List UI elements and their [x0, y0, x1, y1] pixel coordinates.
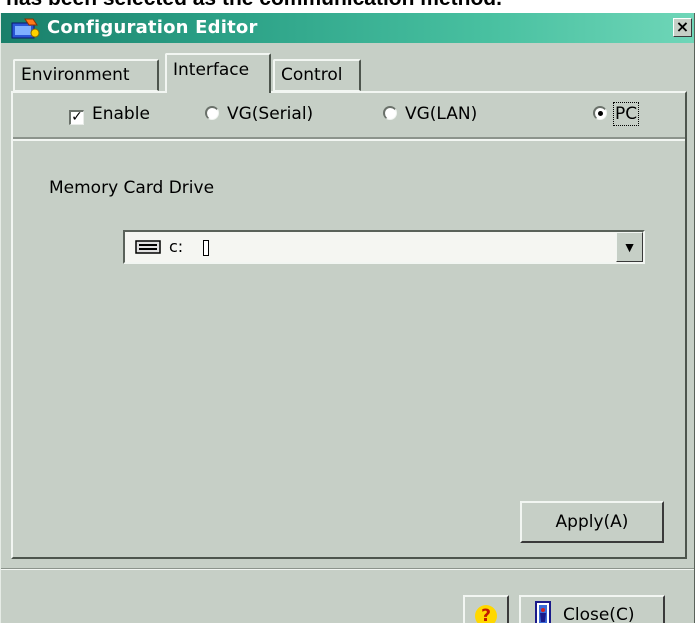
- radio-pc[interactable]: PC: [593, 102, 640, 126]
- tab-interface[interactable]: Interface: [165, 53, 271, 93]
- exit-door-icon: [535, 601, 551, 623]
- radio-vg-lan[interactable]: VG(LAN): [383, 104, 477, 124]
- communication-options: ✓ Enable VG(Serial) VG(LAN) PC: [13, 93, 685, 141]
- vg-serial-radio-icon[interactable]: [205, 106, 219, 120]
- vg-serial-label: VG(Serial): [227, 104, 314, 124]
- enable-checkbox[interactable]: ✓: [69, 110, 84, 125]
- close-icon[interactable]: ×: [673, 18, 692, 37]
- drive-icon: [135, 240, 161, 254]
- vg-lan-radio-icon[interactable]: [383, 106, 397, 120]
- window-title: Configuration Editor: [47, 17, 258, 38]
- memory-card-drive-label: Memory Card Drive: [49, 178, 215, 198]
- text-cursor: [203, 240, 209, 256]
- page-caption: has been selected as the communication m…: [0, 0, 695, 13]
- enable-label: Enable: [92, 104, 150, 124]
- pc-label: PC: [612, 102, 640, 126]
- pc-radio-icon[interactable]: [593, 106, 607, 120]
- app-icon: [11, 18, 40, 39]
- tab-environment[interactable]: Environment: [13, 59, 159, 91]
- enable-option[interactable]: ✓ Enable: [69, 104, 150, 125]
- radio-vg-serial[interactable]: VG(Serial): [205, 104, 313, 124]
- help-icon: ?: [475, 605, 497, 623]
- configuration-editor-window: Configuration Editor × Environment Inter…: [0, 13, 695, 623]
- chevron-down-icon[interactable]: ▼: [616, 232, 643, 262]
- footer-divider: [1, 568, 694, 570]
- help-button[interactable]: ?: [463, 595, 509, 623]
- interface-tab-panel: ✓ Enable VG(Serial) VG(LAN) PC Memory Car…: [11, 91, 687, 559]
- tab-control[interactable]: Control: [273, 59, 361, 91]
- drive-value: c:: [169, 237, 184, 256]
- memory-card-drive-select[interactable]: c: ▼: [123, 230, 645, 264]
- title-bar: Configuration Editor ×: [1, 13, 694, 43]
- vg-lan-label: VG(LAN): [405, 104, 478, 124]
- apply-button[interactable]: Apply(A): [520, 501, 664, 543]
- close-label: Close(C): [563, 605, 635, 623]
- close-button[interactable]: Close(C): [519, 595, 665, 623]
